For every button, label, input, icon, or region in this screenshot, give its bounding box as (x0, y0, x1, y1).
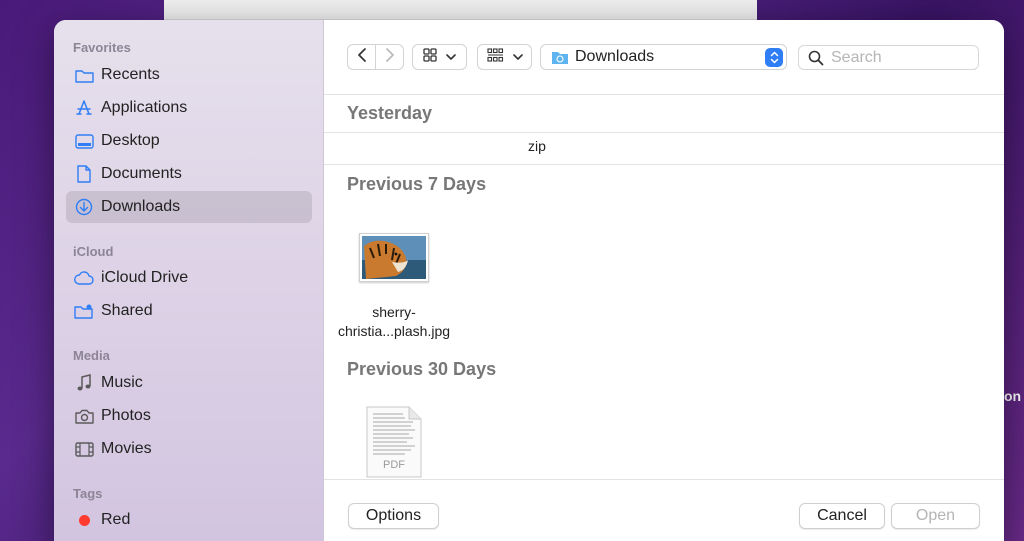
group-label: Previous 7 Days (347, 173, 487, 194)
tag-dot-icon (74, 510, 94, 530)
sidebar-item-tag-red[interactable]: Red (66, 504, 312, 536)
image-thumbnail[interactable] (359, 233, 429, 282)
section-title-media: Media (73, 348, 110, 363)
chevron-left-icon (357, 47, 367, 67)
search-input[interactable] (831, 48, 971, 68)
file-name-line[interactable]: sherry- (324, 303, 464, 322)
group-header-yesterday: Yesterday (324, 95, 1004, 133)
desktop-icon (74, 131, 94, 151)
chevron-right-icon (385, 47, 395, 67)
options-button[interactable]: Options (348, 503, 439, 529)
section-title-tags: Tags (73, 486, 103, 501)
chevron-down-icon (512, 48, 523, 66)
download-icon (74, 197, 94, 217)
forward-button[interactable] (375, 44, 404, 70)
chevron-down-icon (446, 48, 456, 66)
group-grid-icon (486, 47, 504, 67)
sidebar-item-label: Movies (101, 440, 152, 457)
background-text: on (1004, 388, 1022, 404)
shared-folder-icon (74, 301, 94, 321)
view-mode-button[interactable] (412, 44, 467, 70)
sidebar-item-shared[interactable]: Shared (66, 295, 312, 327)
up-down-chevron-icon (765, 48, 783, 67)
file-browser: Downloads Yesterday zip Previous 7 Days (324, 20, 1004, 541)
sidebar-item-label: Applications (101, 99, 188, 116)
document-icon (74, 164, 94, 184)
background-window (164, 0, 757, 20)
sidebar-item-icloud-drive[interactable]: iCloud Drive (66, 262, 312, 294)
group-header-previous-7-days: Previous 7 Days (324, 165, 1004, 203)
sidebar-item-label: Photos (101, 407, 151, 424)
sidebar-item-label: Documents (101, 165, 182, 182)
toolbar: Downloads (324, 20, 1004, 95)
sidebar-item-label: Recents (101, 66, 160, 83)
downloads-folder-icon (551, 50, 569, 65)
search-icon (808, 50, 824, 71)
camera-icon (74, 406, 94, 426)
sidebar-item-label: Shared (101, 302, 153, 319)
search-field[interactable] (798, 45, 979, 70)
sidebar-item-label: Music (101, 374, 143, 391)
sidebar-item-desktop[interactable]: Desktop (66, 125, 312, 157)
group-label: Yesterday (347, 103, 433, 123)
cancel-button[interactable]: Cancel (799, 503, 885, 529)
location-popup[interactable]: Downloads (540, 44, 787, 70)
sidebar: Favorites Recents Applications Desktop D… (54, 20, 324, 541)
sidebar-item-applications[interactable]: Applications (66, 92, 312, 124)
dialog-footer: Options Cancel Open (324, 479, 1004, 541)
sidebar-item-label: Desktop (101, 132, 160, 149)
sidebar-item-documents[interactable]: Documents (66, 158, 312, 190)
open-file-dialog: Favorites Recents Applications Desktop D… (54, 20, 1004, 541)
file-name-zip[interactable]: zip (507, 137, 567, 156)
sidebar-item-photos[interactable]: Photos (66, 400, 312, 432)
group-by-button[interactable] (477, 44, 532, 70)
grid-view-icon (423, 47, 437, 67)
sidebar-item-label: Downloads (101, 198, 181, 215)
sidebar-item-label: iCloud Drive (101, 269, 189, 286)
section-title-icloud: iCloud (73, 244, 114, 259)
location-label: Downloads (575, 48, 655, 65)
sidebar-item-downloads[interactable]: Downloads (66, 191, 312, 223)
film-icon (74, 439, 94, 459)
open-button[interactable]: Open (891, 503, 980, 529)
group-header-previous-30-days: Previous 30 Days (324, 350, 1004, 388)
group-label: Previous 30 Days (347, 358, 497, 379)
sidebar-item-music[interactable]: Music (66, 367, 312, 399)
cloud-icon (74, 268, 94, 288)
sidebar-item-label: Red (101, 511, 131, 528)
pdf-file-icon[interactable]: PDF (365, 406, 423, 478)
file-name-line[interactable]: christia...plash.jpg (324, 322, 464, 341)
sidebar-item-movies[interactable]: Movies (66, 433, 312, 465)
sidebar-item-recents[interactable]: Recents (66, 59, 312, 91)
clock-folder-icon (74, 65, 94, 85)
back-button[interactable] (347, 44, 376, 70)
section-title-favorites: Favorites (73, 40, 131, 55)
applications-icon (74, 98, 94, 118)
music-note-icon (74, 373, 94, 393)
tiger-photo-icon (362, 236, 426, 279)
pdf-type-label: PDF (383, 459, 405, 471)
